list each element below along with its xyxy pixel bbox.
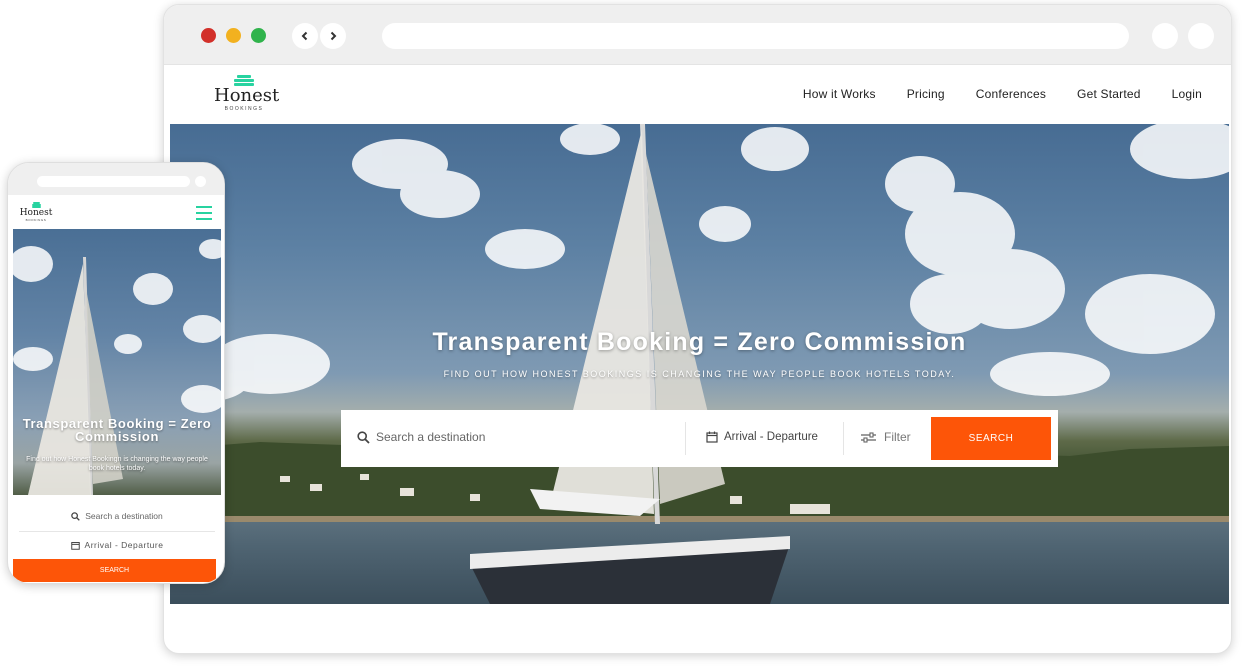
mobile-destination-placeholder: Search a destination <box>85 511 163 521</box>
date-range-label: Arrival - Departure <box>724 431 818 443</box>
mobile-hero-title: Transparent Booking = Zero Commission <box>22 416 212 444</box>
mobile-site-logo[interactable]: Honest BOOKINGS <box>19 202 53 222</box>
nav-link-get-started[interactable]: Get Started <box>1077 87 1141 101</box>
hero-title: Transparent Booking = Zero Commission <box>432 328 967 356</box>
window-minimize-button[interactable] <box>226 28 241 43</box>
filter-icon <box>861 431 876 443</box>
logo-icon <box>234 75 254 86</box>
mobile-address-bar[interactable] <box>37 176 190 187</box>
mobile-search-button[interactable]: SEARCH <box>13 559 216 582</box>
hero-section: Transparent Booking = Zero Commission FI… <box>170 124 1229 604</box>
desktop-browser-window: Honest BOOKINGS How it Works Pricing Con… <box>163 4 1232 654</box>
search-divider <box>685 422 686 455</box>
browser-action-button[interactable] <box>1152 23 1178 49</box>
main-nav: How it Works Pricing Conferences Get Sta… <box>772 87 1202 101</box>
filter-button[interactable]: Filter <box>861 430 911 444</box>
site-header: Honest BOOKINGS How it Works Pricing Con… <box>164 65 1231 124</box>
mobile-browser-toolbar <box>8 163 224 195</box>
mobile-site-header: Honest BOOKINGS <box>13 195 221 229</box>
mobile-date-range-field[interactable]: Arrival - Departure <box>13 532 221 558</box>
window-maximize-button[interactable] <box>251 28 266 43</box>
calendar-icon <box>70 541 80 550</box>
search-button[interactable]: SEARCH <box>931 417 1051 460</box>
site-logo[interactable]: Honest BOOKINGS <box>214 75 280 119</box>
address-bar[interactable] <box>382 23 1129 49</box>
search-icon <box>71 511 81 521</box>
mobile-date-range-label: Arrival - Departure <box>84 540 164 550</box>
mobile-hero-section: Transparent Booking = Zero Commission Fi… <box>13 229 221 495</box>
mobile-logo-tagline: BOOKINGS <box>25 218 47 222</box>
calendar-icon <box>706 431 718 443</box>
hamburger-menu-icon[interactable] <box>196 206 212 220</box>
hero-subtitle: FIND OUT HOW HONEST BOOKINGS IS CHANGING… <box>443 369 956 379</box>
browser-menu-button[interactable] <box>1188 23 1214 49</box>
mobile-destination-field[interactable]: Search a destination <box>13 503 221 529</box>
hero-background-image <box>170 124 1229 604</box>
mobile-browser-button[interactable] <box>195 176 206 187</box>
date-range-field[interactable]: Arrival - Departure <box>706 431 818 443</box>
nav-link-conferences[interactable]: Conferences <box>976 87 1046 101</box>
mobile-hero-subtitle: Find out how Honest Bookingn is changing… <box>26 456 208 472</box>
search-divider <box>843 422 844 455</box>
mobile-search-form: Search a destination Arrival - Departure… <box>13 495 221 583</box>
destination-field[interactable]: Search a destination <box>357 430 485 444</box>
nav-link-how-it-works[interactable]: How it Works <box>803 87 876 101</box>
back-button[interactable] <box>292 23 318 49</box>
nav-link-pricing[interactable]: Pricing <box>907 87 945 101</box>
logo-wordmark: Honest <box>214 85 280 106</box>
logo-tagline: BOOKINGS <box>224 106 264 112</box>
logo-icon <box>31 202 41 208</box>
window-close-button[interactable] <box>201 28 216 43</box>
forward-button[interactable] <box>320 23 346 49</box>
browser-toolbar <box>164 5 1231 65</box>
nav-link-login[interactable]: Login <box>1172 87 1202 101</box>
forward-arrow-icon <box>330 31 337 41</box>
filter-label: Filter <box>884 430 911 444</box>
destination-placeholder: Search a destination <box>376 430 486 444</box>
search-icon <box>357 430 370 444</box>
search-bar: Search a destination Arrival - Departure… <box>341 410 1058 467</box>
back-arrow-icon <box>301 31 308 41</box>
mobile-phone-frame: Honest BOOKINGS Transparent Booking = Ze… <box>7 162 225 584</box>
